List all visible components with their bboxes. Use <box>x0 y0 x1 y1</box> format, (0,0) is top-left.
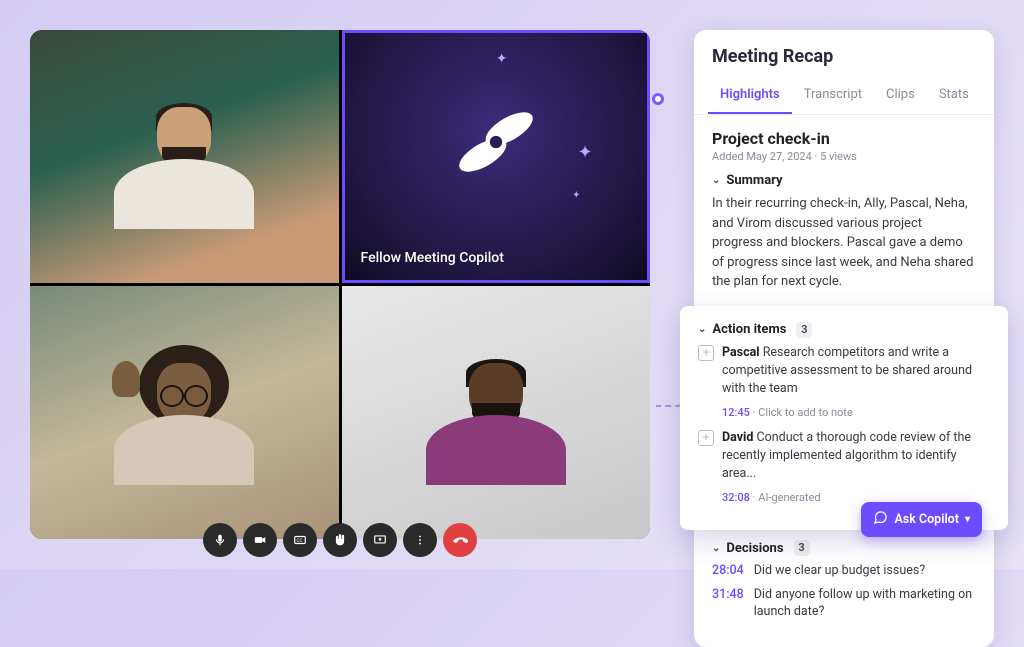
action-item-text: Research competitors and write a competi… <box>722 345 972 396</box>
sparkle-icon: ✦ <box>577 142 592 163</box>
chat-sparkle-icon <box>873 510 888 529</box>
copilot-tile[interactable]: ✦ ✦ ✦ Fellow Meeting Copilot <box>342 30 651 283</box>
participant-avatar <box>124 353 244 473</box>
tab-stats[interactable]: Stats <box>927 79 981 114</box>
call-controls: CC <box>203 523 477 557</box>
action-item-assignee: Pascal <box>722 345 760 360</box>
action-item-meta[interactable]: 12:45 · Click to add to note <box>722 406 990 419</box>
svg-text:CC: CC <box>297 538 303 544</box>
chevron-down-icon: ⌄ <box>712 175 720 186</box>
participant-tile[interactable] <box>30 286 339 539</box>
add-to-note-button[interactable]: + <box>698 430 714 446</box>
chevron-down-icon: ⌄ <box>712 543 720 554</box>
action-item: + David Conduct a thorough code review o… <box>698 429 990 483</box>
participant-tile[interactable] <box>30 30 339 283</box>
summary-header[interactable]: ⌄ Summary <box>712 173 976 188</box>
action-item-assignee: David <box>722 430 753 445</box>
panel-title: Meeting Recap <box>694 46 994 79</box>
copilot-logo-icon <box>452 98 540 190</box>
tab-highlights[interactable]: Highlights <box>708 79 792 114</box>
timestamp[interactable]: 12:45 <box>722 406 750 419</box>
microphone-button[interactable] <box>203 523 237 557</box>
camera-button[interactable] <box>243 523 277 557</box>
sparkle-icon: ✦ <box>572 190 580 201</box>
decisions-heading: Decisions <box>726 541 783 556</box>
captions-button[interactable]: CC <box>283 523 317 557</box>
tabs: Highlights Transcript Clips Stats <box>694 79 994 115</box>
copilot-label: Fellow Meeting Copilot <box>361 250 504 266</box>
more-options-button[interactable] <box>403 523 437 557</box>
participant-avatar <box>124 97 244 217</box>
action-item: + Pascal Research competitors and write … <box>698 344 990 398</box>
action-items-header[interactable]: ⌄ Action items 3 <box>698 322 990 338</box>
end-call-button[interactable] <box>443 523 477 557</box>
timestamp[interactable]: 32:08 <box>722 491 750 504</box>
decisions-header[interactable]: ⌄ Decisions 3 <box>712 540 976 556</box>
summary-heading: Summary <box>726 173 782 188</box>
participant-avatar <box>436 353 556 473</box>
meeting-meta: Added May 27, 2024 · 5 views <box>712 150 976 163</box>
action-item-text: Conduct a thorough code review of the re… <box>722 430 971 481</box>
tab-transcript[interactable]: Transcript <box>792 79 874 114</box>
action-items-count: 3 <box>796 322 812 338</box>
video-grid: ✦ ✦ ✦ Fellow Meeting Copilot <box>30 30 650 539</box>
tab-clips[interactable]: Clips <box>874 79 927 114</box>
sparkle-icon: ✦ <box>496 51 508 67</box>
decision-text: Did we clear up budget issues? <box>754 562 926 580</box>
participant-tile[interactable] <box>342 286 651 539</box>
timestamp[interactable]: 28:04 <box>712 562 744 580</box>
ask-copilot-button[interactable]: Ask Copilot ▾ <box>861 502 982 537</box>
share-screen-button[interactable] <box>363 523 397 557</box>
recap-panel: Meeting Recap Highlights Transcript Clip… <box>694 30 994 647</box>
timestamp[interactable]: 31:48 <box>712 586 744 621</box>
meeting-title: Project check-in <box>712 129 976 148</box>
action-items-card: ⌄ Action items 3 + Pascal Research compe… <box>680 306 1008 531</box>
decision-item: 28:04 Did we clear up budget issues? <box>712 562 976 580</box>
decisions-count: 3 <box>794 540 810 556</box>
connector-dot-icon <box>652 93 664 105</box>
action-items-heading: Action items <box>712 322 786 337</box>
summary-text: In their recurring check-in, Ally, Pasca… <box>712 194 976 292</box>
chevron-down-icon: ▾ <box>965 514 970 525</box>
decision-item: 31:48 Did anyone follow up with marketin… <box>712 586 976 621</box>
chevron-down-icon: ⌄ <box>698 324 706 335</box>
raise-hand-button[interactable] <box>323 523 357 557</box>
decision-text: Did anyone follow up with marketing on l… <box>754 586 976 621</box>
video-call-area: ✦ ✦ ✦ Fellow Meeting Copilot <box>30 30 650 539</box>
add-to-note-button[interactable]: + <box>698 345 714 361</box>
